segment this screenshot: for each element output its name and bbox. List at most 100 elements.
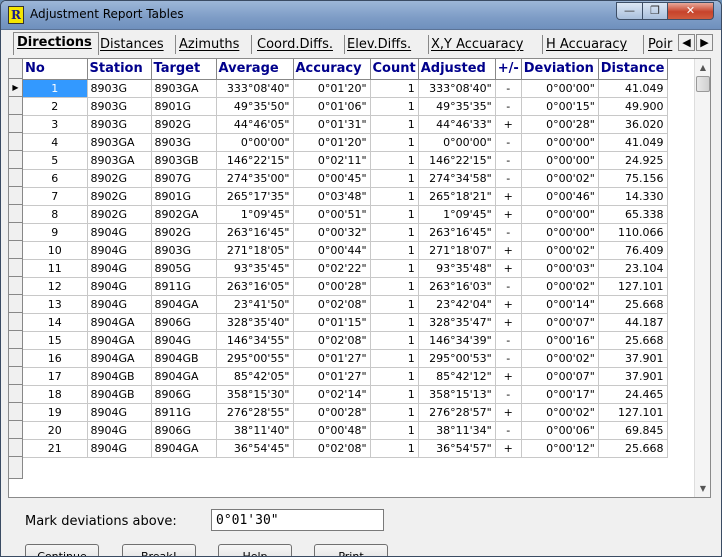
- column-header-adjusted[interactable]: Adjusted: [418, 59, 496, 80]
- cell-target[interactable]: 8906G: [151, 313, 217, 332]
- cell-deviation[interactable]: 0°00'00": [521, 205, 599, 224]
- cell-average[interactable]: 271°18'05": [216, 241, 294, 260]
- table-row[interactable]: 14 8904GA 8906G 328°35'40" 0°01'15" 1 328°35'4…: [23, 313, 668, 332]
- cell-target[interactable]: 8911G: [151, 277, 217, 296]
- cell-distance[interactable]: 110.066: [598, 223, 668, 242]
- cell-adjusted[interactable]: 85°42'12": [418, 367, 496, 386]
- cell-deviation[interactable]: 0°00'17": [521, 385, 599, 404]
- row-selector[interactable]: [9, 367, 23, 385]
- cell-distance[interactable]: 37.901: [598, 349, 668, 368]
- help-button[interactable]: Help: [218, 544, 292, 556]
- cell-no[interactable]: 8: [23, 205, 88, 224]
- current-row-indicator-icon[interactable]: ▶: [9, 79, 23, 97]
- cell-accuracy[interactable]: 0°01'31": [293, 115, 371, 134]
- cell-average[interactable]: 263°16'45": [216, 223, 294, 242]
- cell-accuracy[interactable]: 0°00'28": [293, 277, 371, 296]
- row-selector[interactable]: [9, 223, 23, 241]
- cell-accuracy[interactable]: 0°01'27": [293, 349, 371, 368]
- row-selector[interactable]: [9, 385, 23, 403]
- table-row[interactable]: 4 8903GA 8903G 0°00'00" 0°01'20" 1 0°00'00" -0°…: [23, 133, 668, 152]
- row-selector[interactable]: [9, 187, 23, 205]
- cell-no[interactable]: 3: [23, 115, 88, 134]
- cell-adjusted[interactable]: 263°16'03": [418, 277, 496, 296]
- tab-coord-diffs[interactable]: Coord.Diffs.: [254, 35, 345, 54]
- column-header-sign[interactable]: +/-: [495, 59, 522, 80]
- cell-average[interactable]: 1°09'45": [216, 205, 294, 224]
- cell-adjusted[interactable]: 274°34'58": [418, 169, 496, 188]
- continue-button[interactable]: Continue: [25, 544, 99, 556]
- cell-target[interactable]: 8904GA: [151, 439, 217, 458]
- minimize-button[interactable]: —: [616, 2, 643, 20]
- cell-distance[interactable]: 25.668: [598, 295, 668, 314]
- cell-adjusted[interactable]: 146°22'15": [418, 151, 496, 170]
- cell-average[interactable]: 263°16'05": [216, 277, 294, 296]
- table-row[interactable]: 21 8904G 8904GA 36°54'45" 0°02'08" 1 36°54'57"…: [23, 439, 668, 458]
- row-selector[interactable]: [9, 97, 23, 115]
- cell-distance[interactable]: 36.020: [598, 115, 668, 134]
- cell-average[interactable]: 295°00'55": [216, 349, 294, 368]
- cell-no[interactable]: 11: [23, 259, 88, 278]
- cell-accuracy[interactable]: 0°03'48": [293, 187, 371, 206]
- tab-xy-accuracy[interactable]: X,Y Accuaracy: [428, 35, 543, 54]
- cell-sign[interactable]: +: [495, 115, 522, 134]
- table-row[interactable]: 8 8902G 8902GA 1°09'45" 0°00'51" 1 1°09'45" +0°…: [23, 205, 668, 224]
- cell-target[interactable]: 8911G: [151, 403, 217, 422]
- cell-distance[interactable]: 44.187: [598, 313, 668, 332]
- cell-count[interactable]: 1: [370, 313, 419, 332]
- cell-station[interactable]: 8904G: [87, 403, 152, 422]
- table-row[interactable]: 5 8903GA 8903GB 146°22'15" 0°02'11" 1 146°22'1…: [23, 151, 668, 170]
- tab-azimuths[interactable]: Azimuths: [176, 35, 252, 54]
- cell-deviation[interactable]: 0°00'02": [521, 277, 599, 296]
- row-selector[interactable]: [9, 295, 23, 313]
- cell-sign[interactable]: -: [495, 133, 522, 152]
- cell-deviation[interactable]: 0°00'28": [521, 115, 599, 134]
- cell-count[interactable]: 1: [370, 169, 419, 188]
- cell-adjusted[interactable]: 263°16'45": [418, 223, 496, 242]
- table-row[interactable]: 16 8904GA 8904GB 295°00'55" 0°01'27" 1 295°00'…: [23, 349, 668, 368]
- cell-deviation[interactable]: 0°00'12": [521, 439, 599, 458]
- cell-accuracy[interactable]: 0°00'28": [293, 403, 371, 422]
- cell-target[interactable]: 8903GA: [151, 79, 217, 98]
- cell-count[interactable]: 1: [370, 259, 419, 278]
- close-button[interactable]: ✕: [667, 2, 714, 20]
- cell-no[interactable]: 18: [23, 385, 88, 404]
- cell-distance[interactable]: 65.338: [598, 205, 668, 224]
- cell-average[interactable]: 146°22'15": [216, 151, 294, 170]
- tab-directions[interactable]: Directions: [13, 32, 99, 55]
- cell-adjusted[interactable]: 49°35'35": [418, 97, 496, 116]
- row-selector[interactable]: [9, 421, 23, 439]
- table-row[interactable]: 1 8903G 8903GA 333°08'40" 0°01'20" 1 333°08'40…: [23, 79, 668, 98]
- cell-distance[interactable]: 75.156: [598, 169, 668, 188]
- maximize-button[interactable]: ❐: [642, 2, 668, 20]
- cell-adjusted[interactable]: 358°15'13": [418, 385, 496, 404]
- cell-no[interactable]: 20: [23, 421, 88, 440]
- cell-accuracy[interactable]: 0°02'14": [293, 385, 371, 404]
- cell-sign[interactable]: -: [495, 349, 522, 368]
- table-row[interactable]: 11 8904G 8905G 93°35'45" 0°02'22" 1 93°35'48" +…: [23, 259, 668, 278]
- cell-sign[interactable]: -: [495, 331, 522, 350]
- row-selector[interactable]: [9, 313, 23, 331]
- table-row[interactable]: 15 8904GA 8904G 146°34'55" 0°02'08" 1 146°34'3…: [23, 331, 668, 350]
- cell-target[interactable]: 8905G: [151, 259, 217, 278]
- cell-average[interactable]: 49°35'50": [216, 97, 294, 116]
- cell-accuracy[interactable]: 0°00'44": [293, 241, 371, 260]
- cell-station[interactable]: 8903G: [87, 97, 152, 116]
- cell-accuracy[interactable]: 0°00'51": [293, 205, 371, 224]
- cell-no[interactable]: 2: [23, 97, 88, 116]
- column-header-average[interactable]: Average: [216, 59, 294, 80]
- cell-target[interactable]: 8906G: [151, 421, 217, 440]
- cell-count[interactable]: 1: [370, 277, 419, 296]
- cell-count[interactable]: 1: [370, 403, 419, 422]
- cell-adjusted[interactable]: 265°18'21": [418, 187, 496, 206]
- cell-sign[interactable]: +: [495, 313, 522, 332]
- row-selector[interactable]: [9, 241, 23, 259]
- cell-deviation[interactable]: 0°00'00": [521, 223, 599, 242]
- cell-deviation[interactable]: 0°00'00": [521, 151, 599, 170]
- cell-count[interactable]: 1: [370, 421, 419, 440]
- cell-distance[interactable]: 49.900: [598, 97, 668, 116]
- cell-accuracy[interactable]: 0°01'27": [293, 367, 371, 386]
- cell-target[interactable]: 8902G: [151, 223, 217, 242]
- cell-deviation[interactable]: 0°00'14": [521, 295, 599, 314]
- table-row[interactable]: 19 8904G 8911G 276°28'55" 0°00'28" 1 276°28'57…: [23, 403, 668, 422]
- cell-count[interactable]: 1: [370, 133, 419, 152]
